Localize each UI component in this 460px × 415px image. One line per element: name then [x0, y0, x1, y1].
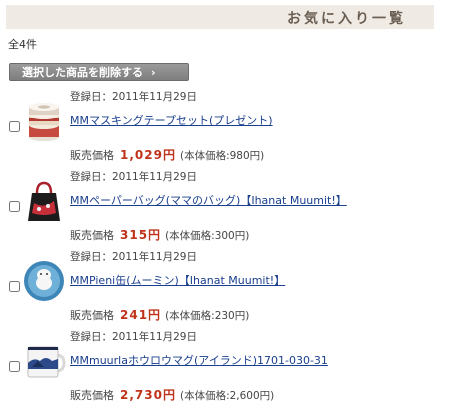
page-title: お気に入り一覧 [287, 11, 406, 27]
item-select-checkbox[interactable] [9, 121, 20, 132]
base-price: (本体価格:980円) [179, 150, 265, 162]
base-price: (本体価格:2,600円) [179, 390, 275, 402]
price-row: 販売価格 241円 (本体価格:230円) [70, 306, 249, 323]
enamel-mug-icon [27, 346, 66, 378]
product-link[interactable]: MMmuurlaホウロウマグ(アイランド)1701-030-31 [70, 352, 328, 368]
chevron-right-icon: › [151, 66, 156, 79]
item-select-checkbox[interactable] [9, 361, 20, 372]
favorite-item: 登録日：2011年11月29日 MMペーパーバッグ(ママのバッグ)【Ihanat… [0, 169, 460, 255]
sale-price: 315円 [120, 228, 162, 242]
registered-date: 登録日：2011年11月29日 [70, 331, 197, 343]
favorite-item: 登録日：2011年11月29日 MMmuurlaホウロウマグ(アイランド)170… [0, 329, 460, 415]
price-label: 販売価格 [70, 309, 114, 322]
sale-price: 241円 [120, 308, 162, 322]
favorite-item: 登録日：2011年11月29日 MMマスキングテープセット(プレゼント) 販売価… [0, 89, 460, 175]
item-count: 全4件 [8, 38, 37, 51]
masking-tape-icon [29, 103, 59, 141]
product-link[interactable]: MMPieni缶(ムーミン)【Ihanat Muumit!】 [70, 272, 285, 288]
delete-selected-label: 選択した商品を削除する [22, 66, 143, 79]
registered-date: 登録日：2011年11月29日 [70, 171, 197, 183]
sale-price: 1,029円 [120, 148, 176, 162]
price-label: 販売価格 [70, 229, 114, 242]
price-label: 販売価格 [70, 389, 114, 402]
base-price: (本体価格:230円) [165, 310, 250, 322]
item-select-checkbox[interactable] [9, 201, 20, 212]
sale-price: 2,730円 [120, 388, 176, 402]
delete-selected-button[interactable]: 選択した商品を削除する › [9, 63, 189, 81]
page-header: お気に入り一覧 [6, 5, 434, 29]
base-price: (本体価格:300円) [165, 230, 250, 242]
price-row: 販売価格 2,730円 (本体価格:2,600円) [70, 386, 274, 403]
product-link[interactable]: MMマスキングテープセット(プレゼント) [70, 112, 273, 128]
product-link[interactable]: MMペーパーバッグ(ママのバッグ)【Ihanat Muumit!】 [70, 192, 347, 208]
price-label: 販売価格 [70, 149, 114, 162]
price-row: 販売価格 1,029円 (本体価格:980円) [70, 146, 264, 163]
tin-can-icon [24, 261, 64, 301]
item-select-checkbox[interactable] [9, 281, 20, 292]
registered-date: 登録日：2011年11月29日 [70, 91, 197, 103]
paper-bag-icon [28, 181, 60, 221]
price-row: 販売価格 315円 (本体価格:300円) [70, 226, 249, 243]
registered-date: 登録日：2011年11月29日 [70, 251, 197, 263]
favorite-item: 登録日：2011年11月29日 MMPieni缶(ムーミン)【Ihanat Mu… [0, 249, 460, 335]
